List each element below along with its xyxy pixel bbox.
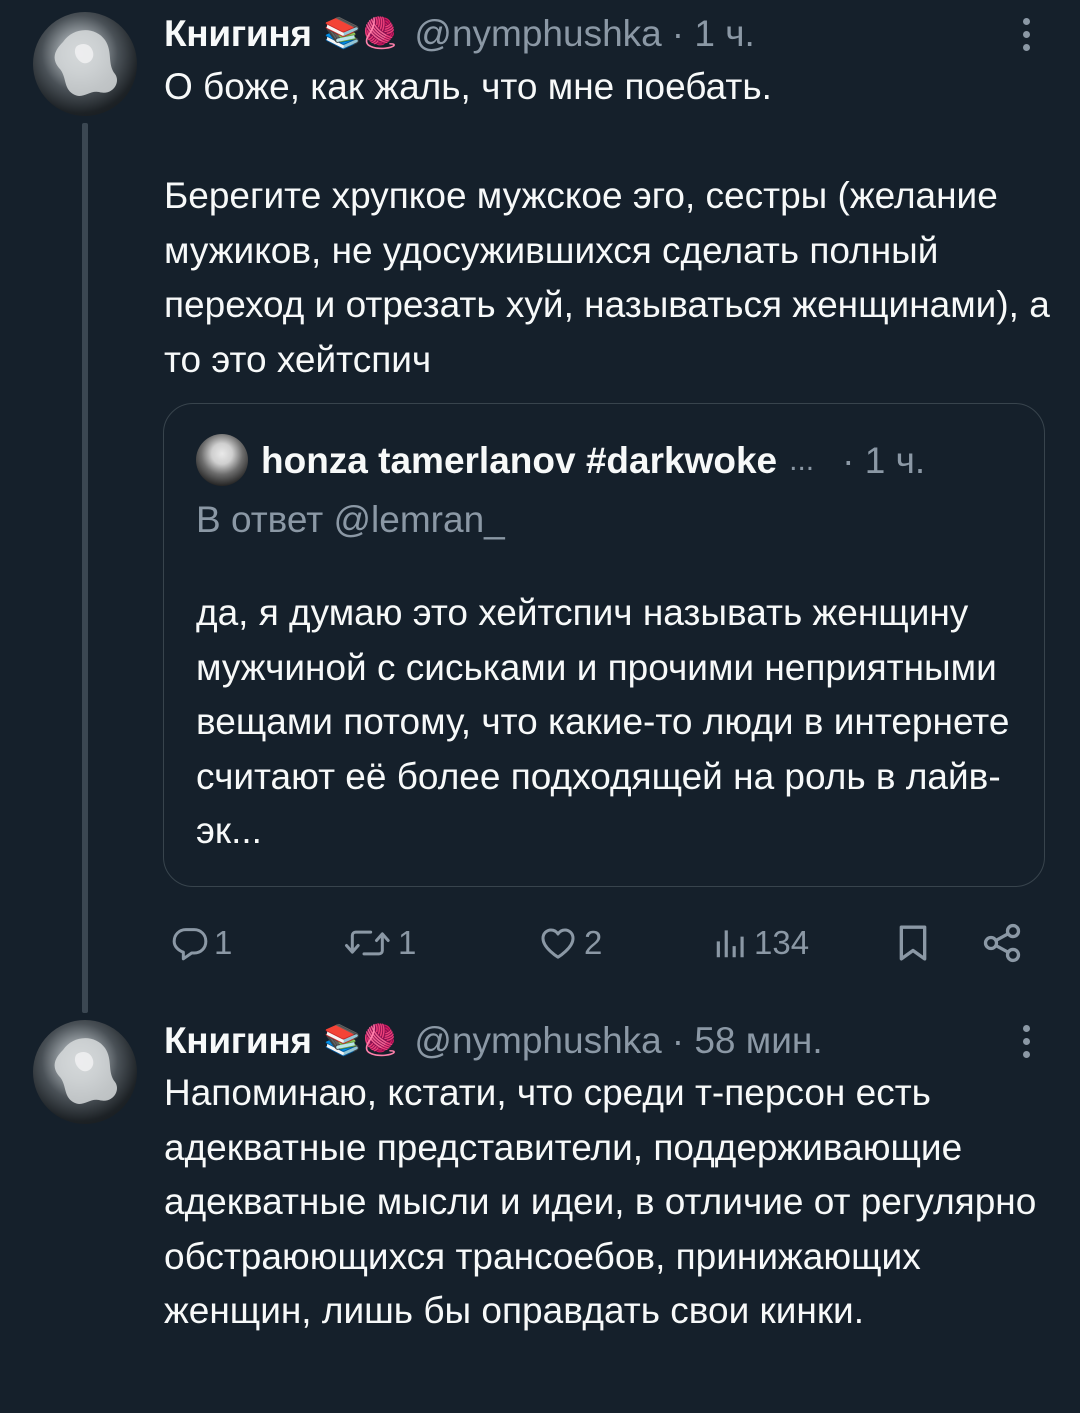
tweet-text: Напоминаю, кстати, что среди т-персон ес… xyxy=(164,1072,1037,1331)
quoted-name-ellipsis: ... xyxy=(789,444,815,477)
quoted-timestamp: · 1 ч. xyxy=(842,440,926,481)
author-handle[interactable]: @nymphushka xyxy=(414,1020,661,1062)
tweet-header: Книгиня 📚🧶 @nymphushka · 58 мин. xyxy=(164,1019,823,1063)
views-button[interactable]: 134 xyxy=(712,915,809,971)
bookmark-button[interactable] xyxy=(893,915,933,971)
like-icon xyxy=(541,928,575,959)
more-icon[interactable] xyxy=(1018,1025,1034,1065)
timestamp[interactable]: · 58 мин. xyxy=(672,1020,823,1062)
more-icon[interactable] xyxy=(1018,18,1034,58)
views-count: 134 xyxy=(754,924,810,961)
name-emoji: 📚🧶 xyxy=(323,17,399,50)
action-bar: 1 1 2 134 xyxy=(0,915,1080,971)
retweet-icon xyxy=(345,930,390,956)
share-icon xyxy=(983,923,1021,963)
views-icon xyxy=(716,930,744,958)
author-name[interactable]: Книгиня xyxy=(164,1020,312,1062)
like-button[interactable]: 2 xyxy=(536,915,602,971)
timestamp[interactable]: · 1 ч. xyxy=(672,13,755,55)
reply-count: 1 xyxy=(214,924,233,961)
author-name[interactable]: Книгиня xyxy=(164,13,312,55)
name-emoji: 📚🧶 xyxy=(323,1024,399,1057)
bookmark-icon xyxy=(899,925,927,961)
timeline: Книгиня 📚🧶 @nymphushka · 1 ч. О боже, ка… xyxy=(0,0,1080,1413)
quoted-author-name[interactable]: honza tamerlanov #darkwoke xyxy=(261,440,777,482)
share-button[interactable] xyxy=(980,915,1024,971)
reply-icon xyxy=(172,928,208,961)
author-handle[interactable]: @nymphushka xyxy=(414,13,661,55)
quoted-tweet[interactable]: honza tamerlanov #darkwoke ... · 1 ч. В … xyxy=(163,403,1045,887)
avatar[interactable] xyxy=(33,1020,137,1124)
tweet-header: Книгиня 📚🧶 @nymphushka · 1 ч. xyxy=(164,12,755,56)
quoted-text: да, я думаю это хейтспич называть женщин… xyxy=(196,592,1010,851)
tweet-text: О боже, как жаль, что мне поебать. Берег… xyxy=(164,66,1050,380)
avatar[interactable] xyxy=(33,12,137,116)
quoted-reply-to: В ответ @lemran_ xyxy=(196,499,505,540)
reply-button[interactable]: 1 xyxy=(170,915,232,971)
like-count: 2 xyxy=(584,924,603,961)
retweet-count: 1 xyxy=(398,924,417,961)
thread-line xyxy=(82,123,88,1013)
quoted-avatar[interactable] xyxy=(196,434,248,486)
retweet-button[interactable]: 1 xyxy=(344,915,416,971)
quoted-header: honza tamerlanov #darkwoke ... · 1 ч. xyxy=(261,434,925,488)
